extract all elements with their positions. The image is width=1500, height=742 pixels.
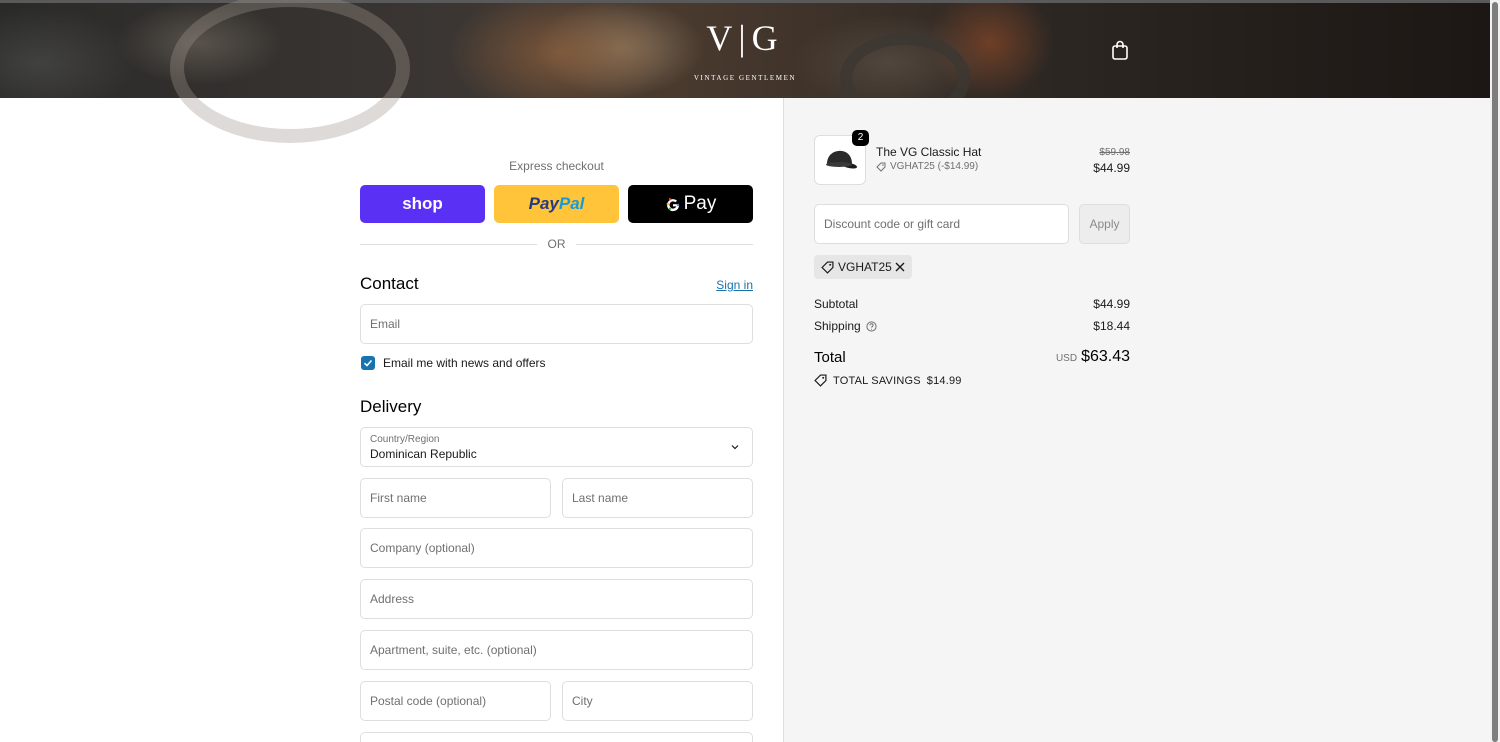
paypal-button[interactable]: Pay Pal (494, 185, 619, 223)
total-label: Total (814, 349, 846, 366)
shipping-value: $18.44 (1093, 319, 1130, 333)
tag-icon (876, 162, 886, 172)
tag-icon (821, 260, 834, 274)
currency-code: USD (1055, 353, 1078, 364)
city-field[interactable]: City (562, 681, 753, 721)
address-placeholder: Address (370, 592, 415, 606)
or-text: OR (547, 237, 566, 251)
logo-tagline: VINTAGE GENTLEMEN (693, 74, 797, 82)
google-pay-button[interactable]: Pay (628, 185, 753, 223)
first-name-placeholder: First name (370, 491, 427, 505)
city-placeholder: City (572, 694, 593, 708)
sign-in-link[interactable]: Sign in (700, 278, 753, 292)
apply-button[interactable]: Apply (1079, 204, 1130, 244)
store-logo[interactable]: V|G VINTAGE GENTLEMEN (690, 18, 800, 82)
subtotal-label: Subtotal (814, 297, 859, 311)
order-summary-panel (783, 98, 1490, 742)
product-name: The VG Classic Hat (876, 145, 982, 159)
tag-icon (814, 374, 827, 387)
last-name-field[interactable]: Last name (562, 478, 753, 518)
savings-value: $14.99 (926, 374, 962, 387)
total-value: USD $63.43 (1000, 348, 1130, 366)
chevron-down-icon (731, 445, 739, 450)
email-placeholder: Email (370, 317, 401, 331)
country-select[interactable]: Country/Region Dominican Republic (360, 427, 753, 467)
paypal-pal-label: Pal (558, 194, 585, 213)
original-price: $59.98 (1099, 147, 1130, 158)
postal-placeholder: Postal code (optional) (370, 694, 487, 708)
shop-pay-label: shop (402, 194, 443, 213)
scrollbar-thumb[interactable] (1492, 2, 1498, 742)
delivery-title: Delivery (360, 397, 422, 416)
product-discount-text: VGHAT25 (-$14.99) (890, 161, 979, 172)
logo-mark: V|G (706, 18, 784, 58)
country-value: Dominican Republic (370, 447, 477, 461)
country-label: Country/Region (370, 434, 440, 445)
postal-code-field[interactable]: Postal code (optional) (360, 681, 551, 721)
express-checkout-title: Express checkout (509, 159, 604, 173)
google-g-icon (666, 198, 679, 212)
hat-icon (826, 150, 857, 169)
ring-decoration (170, 0, 410, 143)
discounted-price: $44.99 (1093, 161, 1130, 175)
savings-label: TOTAL SAVINGS (833, 374, 921, 387)
company-field[interactable]: Company (optional) (360, 528, 753, 568)
email-field[interactable]: Email (360, 304, 753, 344)
newsletter-label: Email me with news and offers (383, 356, 546, 370)
help-icon[interactable] (866, 320, 877, 332)
discount-placeholder: Discount code or gift card (824, 217, 961, 231)
applied-code: VGHAT25 (838, 260, 892, 274)
subtotal-value: $44.99 (1093, 297, 1130, 311)
total-savings: TOTAL SAVINGS $14.99 (814, 374, 962, 387)
first-name-field[interactable]: First name (360, 478, 551, 518)
discount-code-input[interactable]: Discount code or gift card (814, 204, 1069, 244)
newsletter-checkbox[interactable] (361, 356, 375, 370)
quantity-badge: 2 (852, 130, 869, 146)
company-placeholder: Company (optional) (370, 541, 475, 555)
apartment-field[interactable]: Apartment, suite, etc. (optional) (360, 630, 753, 670)
google-pay-label: Pay (683, 193, 717, 214)
apartment-placeholder: Apartment, suite, etc. (optional) (370, 643, 537, 657)
address-field[interactable]: Address (360, 579, 753, 619)
paypal-pay-label: Pay (528, 194, 559, 213)
checkmark-icon (363, 359, 373, 367)
total-amount: $63.43 (1081, 348, 1130, 365)
last-name-placeholder: Last name (572, 491, 629, 505)
shop-pay-button[interactable]: shop (360, 185, 485, 223)
shipping-label: Shipping (814, 319, 861, 333)
next-field[interactable] (360, 732, 753, 742)
shopping-bag-icon[interactable] (1111, 40, 1129, 60)
or-divider: OR (360, 236, 753, 252)
remove-code-icon[interactable] (893, 260, 907, 274)
contact-title: Contact (360, 274, 419, 293)
shipping-row: Shipping (814, 319, 877, 333)
product-discount: VGHAT25 (-$14.99) (876, 161, 978, 172)
